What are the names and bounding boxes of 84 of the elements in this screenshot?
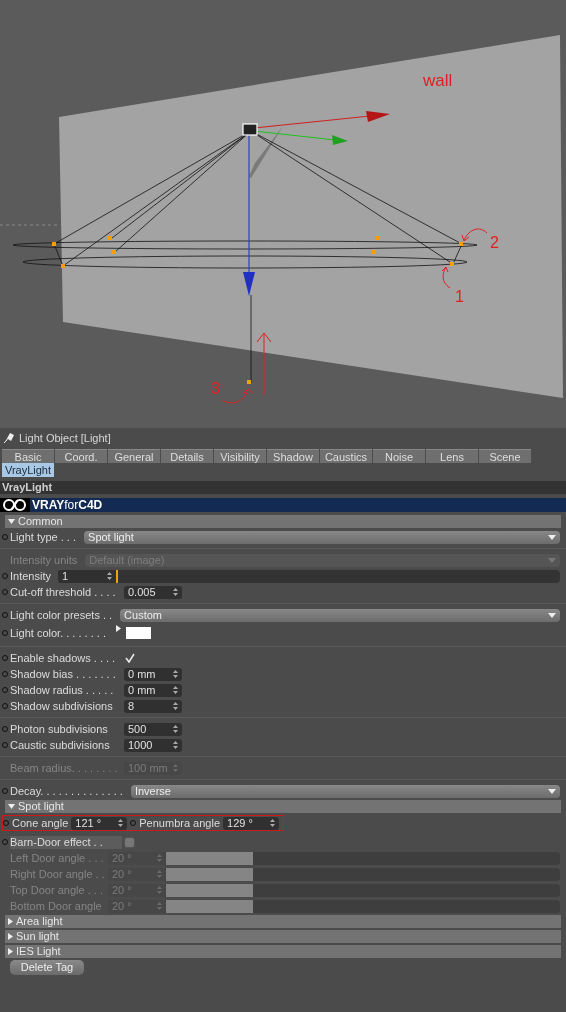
annotation-label: wall	[423, 71, 453, 90]
tab[interactable]: Coord.	[55, 449, 107, 463]
field-label: Light color. . . . . . . .	[10, 626, 107, 640]
number-field[interactable]: 8	[124, 699, 182, 713]
annotation-arrow	[441, 266, 451, 289]
group-header[interactable]: IES Light	[5, 945, 561, 958]
annotation-arrow	[256, 332, 272, 396]
field-label: Enable shadows . . . .	[10, 651, 117, 665]
tab[interactable]: Visibility	[214, 449, 266, 463]
field-label: Left Door angle . . .	[10, 851, 105, 865]
field-label: Penumbra angle	[139, 816, 220, 830]
field-label: Shadow bias . . . . . . .	[10, 667, 117, 681]
annotation-arrow	[221, 388, 254, 404]
light-bulb-icon	[3, 432, 15, 444]
checkbox[interactable]	[124, 836, 135, 848]
field-label: Beam radius. . . . . . . .	[10, 761, 119, 775]
dropdown-caret-icon[interactable]	[548, 534, 556, 540]
number-field[interactable]: 0 mm	[124, 683, 182, 697]
shadow-shape	[249, 126, 283, 178]
field-label: Intensity	[10, 569, 52, 583]
field-label: Cut-off threshold . . . .	[10, 585, 117, 599]
tab[interactable]: VrayLight	[2, 463, 54, 477]
field-label: Intensity units	[10, 553, 79, 567]
tab[interactable]: Basic	[2, 449, 54, 463]
group-header[interactable]: Common	[5, 515, 561, 528]
delete-tag-button[interactable]: Delete Tag	[10, 960, 84, 975]
annotation-label: 3	[211, 380, 220, 397]
number-field[interactable]: 129 °	[223, 816, 279, 830]
field-label: Light type . . .	[10, 530, 78, 544]
panel-title: Light Object [Light]	[19, 431, 111, 445]
number-field[interactable]: 1000	[124, 738, 182, 752]
field-label: Photon subdivisions	[10, 722, 109, 736]
field-label: Bottom Door angle	[10, 899, 103, 913]
expand-triangle-icon[interactable]	[8, 918, 13, 925]
tab[interactable]: General	[108, 449, 160, 463]
dropdown[interactable]: Inverse	[130, 784, 560, 798]
collapse-triangle-icon[interactable]	[8, 519, 15, 524]
logo-text: VRAYforC4D	[32, 498, 103, 512]
dropdown[interactable]: Spot light	[84, 530, 560, 544]
spinner-arrows-icon[interactable]	[173, 725, 178, 733]
group-header[interactable]: Spot light	[5, 800, 561, 813]
annotation-label: 2	[490, 234, 499, 251]
tab[interactable]: Lens	[426, 449, 478, 463]
number-field[interactable]: 0.005	[124, 585, 182, 599]
dropdown[interactable]: Custom	[120, 608, 560, 622]
number-field[interactable]: 500	[124, 722, 182, 736]
spinner-arrows-icon[interactable]	[173, 741, 178, 749]
spinner-arrows-icon[interactable]	[270, 819, 275, 827]
color-swatch[interactable]	[126, 627, 151, 639]
number-field[interactable]: 121 °	[71, 816, 128, 830]
light-handle-icon[interactable]	[242, 123, 258, 136]
spinner-arrows-icon[interactable]	[173, 686, 178, 694]
group-header[interactable]: Area light	[5, 915, 561, 928]
tab[interactable]: Shadow	[267, 449, 319, 463]
dropdown-caret-icon[interactable]	[548, 612, 556, 618]
z-axis-arrow[interactable]	[243, 133, 255, 296]
field-label: Cone angle	[12, 816, 69, 830]
number-field[interactable]: 0 mm	[124, 667, 182, 681]
field-label: Barn-Door effect . .	[10, 835, 122, 849]
field-label: Shadow subdivisions	[10, 699, 114, 713]
expand-triangle-icon[interactable]	[8, 948, 13, 955]
collapse-triangle-icon[interactable]	[8, 804, 15, 809]
expand-triangle-icon[interactable]	[8, 933, 13, 940]
section-header: VrayLight	[0, 481, 566, 494]
spinner-arrows-icon[interactable]	[173, 670, 178, 678]
logo-icon	[2, 499, 28, 511]
expand-triangle-icon[interactable]	[116, 625, 121, 632]
tab[interactable]: Details	[161, 449, 213, 463]
number-field[interactable]: 1	[58, 569, 116, 583]
dropdown-caret-icon[interactable]	[548, 788, 556, 794]
annotation-label: 1	[455, 288, 464, 305]
group-header[interactable]: Sun light	[5, 930, 561, 943]
tab[interactable]: Scene	[479, 449, 531, 463]
field-label: Shadow radius . . . . .	[10, 683, 115, 697]
field-label: Light color presets . .	[10, 608, 114, 622]
tab[interactable]: Noise	[373, 449, 425, 463]
field-label: Decay. . . . . . . . . . . . . .	[10, 784, 124, 798]
annotation-arrow	[461, 228, 488, 242]
spinner-arrows-icon[interactable]	[118, 819, 124, 827]
spinner-arrows-icon[interactable]	[107, 572, 112, 580]
spinner-arrows-icon[interactable]	[173, 702, 178, 710]
tab[interactable]: Caustics	[320, 449, 372, 463]
field-label: Caustic subdivisions	[10, 738, 111, 752]
spinner-arrows-icon[interactable]	[173, 588, 178, 596]
